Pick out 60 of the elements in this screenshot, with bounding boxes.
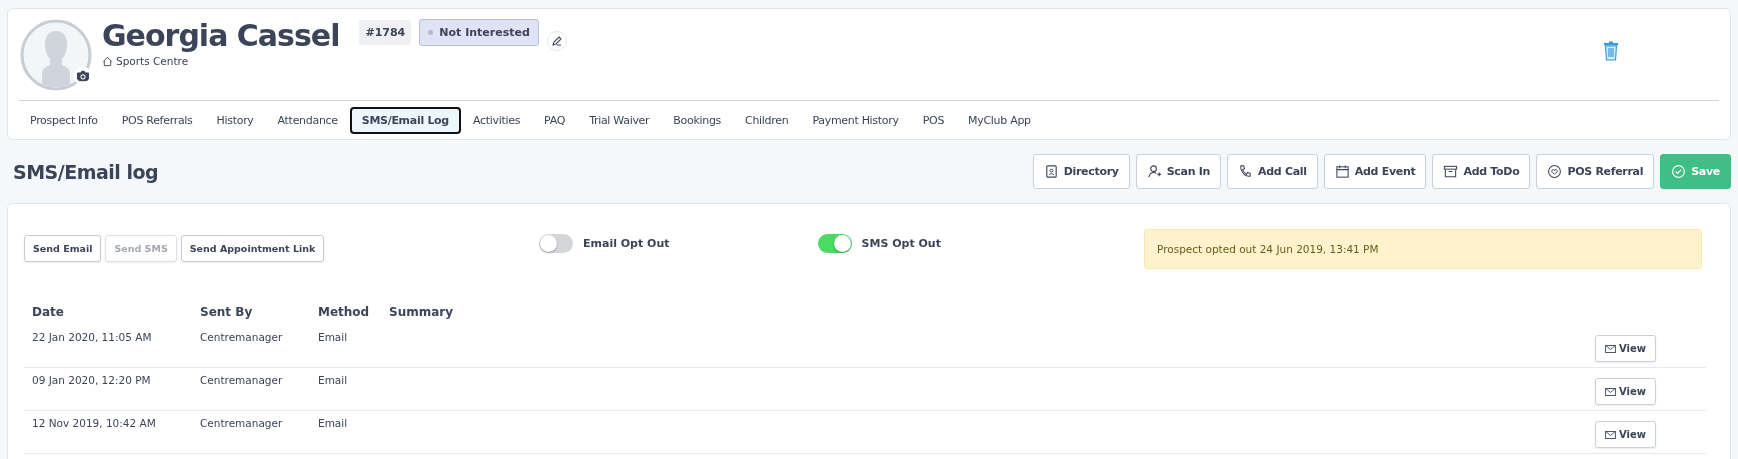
envelope-icon [1605,344,1616,353]
opt-out-notice: Prospect opted out 24 Jun 2019, 13:41 PM [1144,229,1702,269]
toggle-label: Email Opt Out [583,237,670,250]
tab[interactable]: Prospect Info [18,107,110,134]
view-button[interactable]: View [1595,335,1656,362]
edit-pencil-icon[interactable] [546,31,567,51]
table-cell: Centremanager [200,417,283,429]
prospect-name: Georgia Cassel [102,19,340,53]
home-icon [102,55,113,67]
trash-icon[interactable] [1603,41,1619,61]
toggle-label: SMS Opt Out [861,237,941,250]
table-cell: Email [318,331,348,343]
tab[interactable]: Children [733,107,801,134]
table-cell: 09 Jan 2020, 12:20 PM [32,374,151,386]
id-badge: #1784 [359,20,412,45]
table-cell: Centremanager [200,374,283,386]
view-button[interactable]: View [1595,378,1656,405]
action-button[interactable]: Scan In [1135,154,1222,189]
archive-box-icon [1443,164,1459,179]
calendar-icon [1334,164,1350,179]
envelope-icon [1605,387,1616,396]
tab[interactable]: Activities [460,107,533,134]
send-button[interactable]: Send Email [24,235,102,262]
tab[interactable]: POS [910,107,957,134]
tab[interactable]: SMS/Email Log [349,107,461,134]
table-cell: 22 Jan 2020, 11:05 AM [32,331,152,343]
check-circle-icon [1671,164,1687,179]
table-cell: Centremanager [200,331,283,343]
toggle-switch[interactable] [539,234,573,253]
column-header: Sent By [199,304,254,321]
tab[interactable]: Payment History [800,107,911,134]
contact-book-icon [1043,164,1059,179]
send-button[interactable]: Send Appointment Link [180,235,325,262]
action-button[interactable]: Directory [1032,154,1130,189]
view-button[interactable]: View [1595,421,1656,448]
person-plus-icon [1146,164,1162,179]
heart-circle-icon [1547,164,1563,179]
table-cell: 12 Nov 2019, 10:42 AM [32,417,156,429]
tab[interactable]: PAQ [532,107,578,134]
table-cell: Email [318,417,348,429]
phone-icon [1238,164,1254,179]
action-button[interactable]: Add ToDo [1432,154,1531,189]
tab[interactable]: Attendance [265,107,350,134]
tab[interactable]: History [204,107,266,134]
action-button[interactable]: Add Call [1227,154,1318,189]
column-header: Method [317,304,371,321]
status-badge: Not Interested [419,19,539,46]
tab[interactable]: POS Referrals [109,107,205,134]
tab[interactable]: Trial Waiver [577,107,662,134]
action-button[interactable]: Add Event [1323,154,1427,189]
column-header: Summary [388,304,455,321]
action-button[interactable]: POS Referral [1536,154,1655,189]
toggle-switch[interactable] [817,234,852,253]
column-header: Date [31,304,65,321]
table-cell: Email [318,374,348,386]
tab[interactable]: MyClub App [956,107,1043,134]
tab[interactable]: Bookings [661,107,733,134]
location-text: Sports Centre [116,55,189,67]
envelope-icon [1605,430,1616,439]
page-title: SMS/Email log [13,160,160,183]
